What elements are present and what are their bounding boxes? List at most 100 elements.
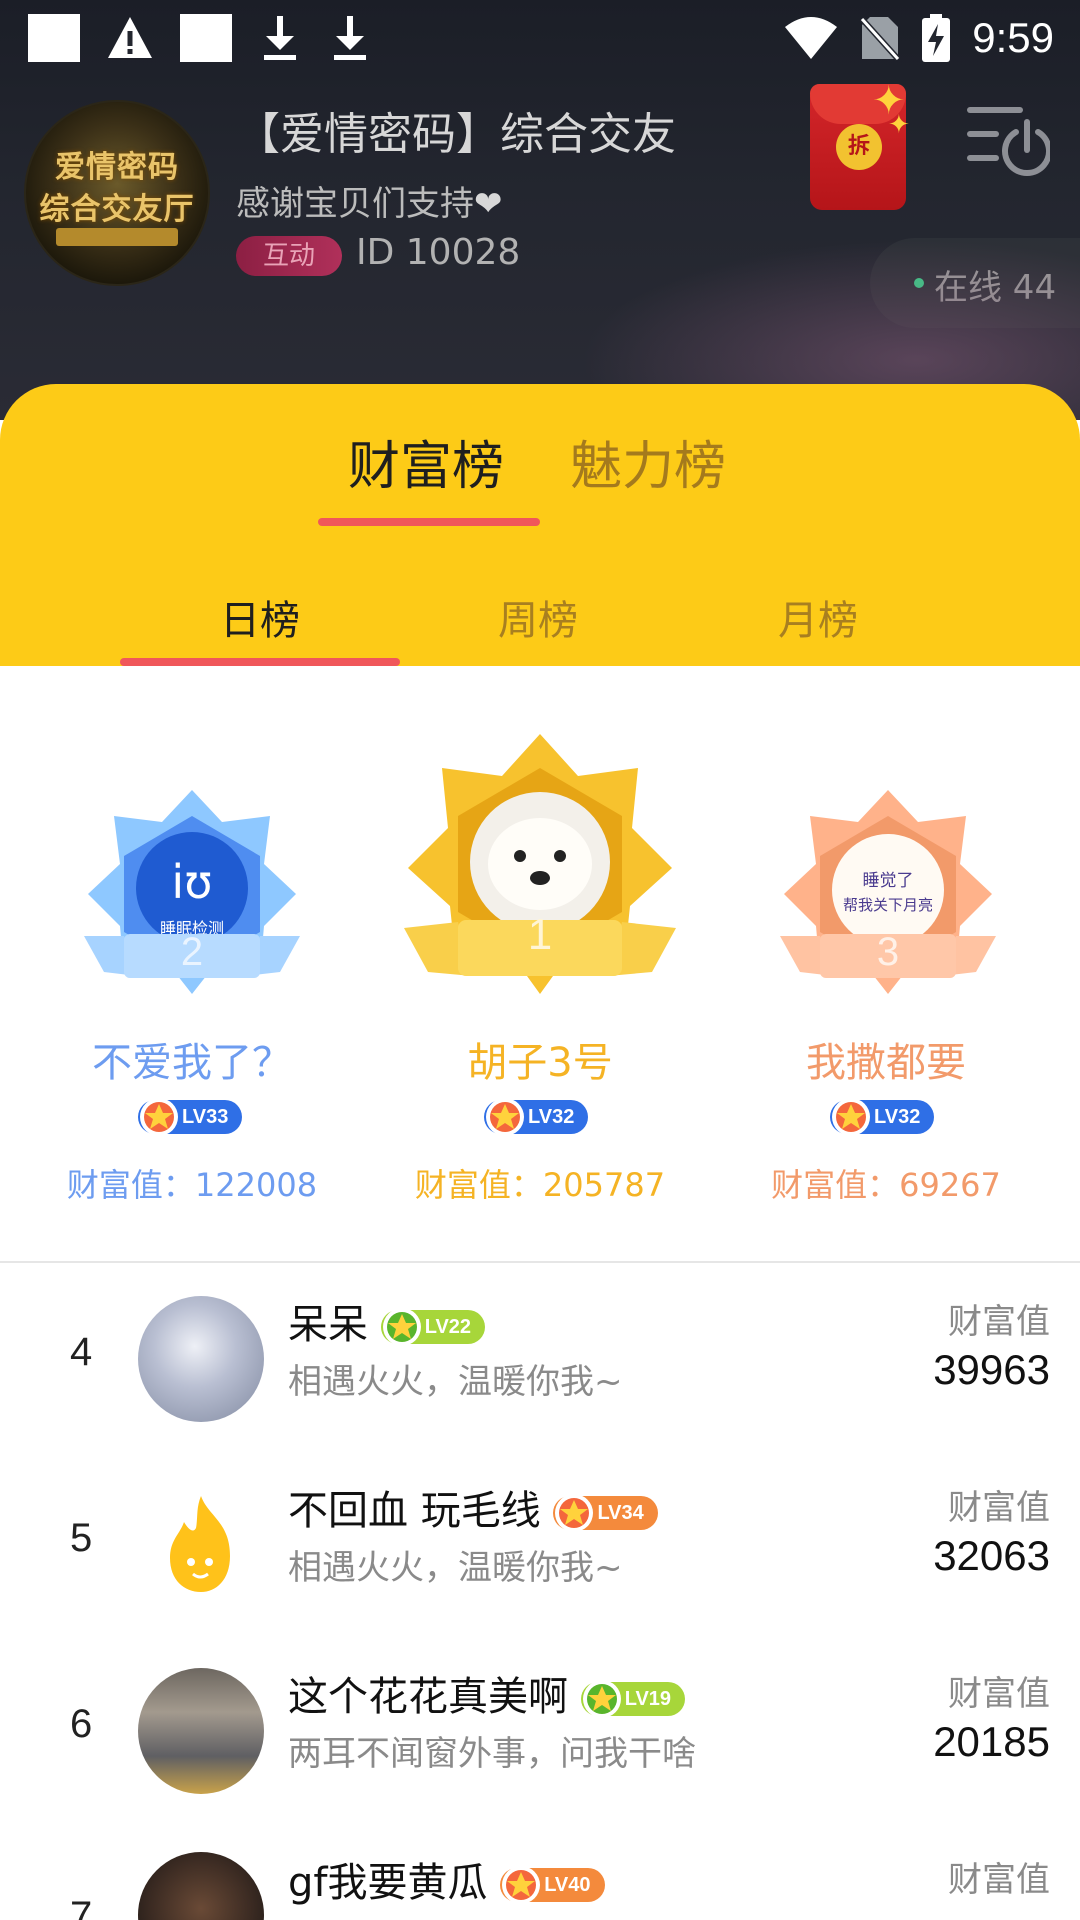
user-name: 呆呆 LV22 — [288, 1292, 486, 1350]
level-star-icon — [555, 1494, 594, 1532]
clock: 9:59 — [972, 14, 1054, 61]
avatar[interactable] — [138, 1482, 264, 1608]
no-sim-icon — [860, 16, 901, 61]
level-text: LV33 — [182, 1106, 229, 1128]
room-header: 9:59 爱情密码 综合交友厅 【爱情密码】综合交友 感谢宝贝们支持❤ 互动 I… — [0, 0, 1080, 420]
download-icon — [264, 16, 296, 60]
user-name-text: 这个花花真美啊 — [288, 1674, 568, 1720]
user-name: 不回血 玩毛线 LV34 — [288, 1478, 658, 1536]
avatar[interactable] — [138, 1852, 264, 1920]
user-signature: 两耳不闻窗外事，问我干啥 — [288, 1734, 696, 1774]
level-badge: LV33 — [138, 1098, 243, 1136]
list-item[interactable]: 5 不回血 玩毛线 LV34 相遇火火，温暖你我~ 财富值 32063 — [0, 1452, 1080, 1638]
wealth-label: 财富值 — [948, 1674, 1050, 1714]
level-star-icon — [382, 1308, 421, 1346]
level-badge: LV34 — [553, 1494, 658, 1532]
podium-third-rank: 3 — [876, 930, 900, 974]
level-star-icon — [486, 1098, 524, 1136]
level-text: LV32 — [528, 1106, 575, 1128]
podium-first-name: 胡子3号 — [467, 1040, 613, 1086]
status-bar: 9:59 — [0, 0, 1080, 80]
exit-power-icon[interactable] — [966, 104, 1050, 180]
level-star-icon — [140, 1098, 178, 1136]
level-text: LV19 — [624, 1688, 672, 1710]
level-text: LV34 — [597, 1502, 644, 1524]
list-item[interactable]: 6 这个花花真美啊 LV19 两耳不闻窗外事，问我干啥 财富值 20185 — [0, 1638, 1080, 1824]
red-packet-coin: 拆 — [836, 124, 882, 170]
room-avatar-line1: 爱情密码 — [55, 150, 179, 185]
room-tag: 互动 — [236, 236, 342, 276]
svg-text:iʊ: iʊ — [171, 855, 212, 909]
rank-number: 7 — [70, 1894, 93, 1920]
top-three-podium: iʊ 睡眠检测 2 不爱我了？ LV33 财富值：122008 1 胡子3号 L… — [0, 666, 1080, 1262]
room-id: ID 10028 — [356, 232, 521, 273]
user-name-text: 呆呆 — [288, 1302, 368, 1348]
level-badge: LV40 — [500, 1866, 605, 1904]
svg-text:睡觉了: 睡觉了 — [863, 871, 914, 891]
avatar[interactable] — [138, 1296, 264, 1422]
podium-third-name: 我撒都要 — [806, 1040, 966, 1086]
online-dot-icon — [914, 278, 924, 288]
level-badge: LV19 — [580, 1680, 686, 1718]
avatar[interactable] — [138, 1668, 264, 1794]
level-text: LV40 — [544, 1874, 591, 1896]
room-notice-text: 感谢宝贝们支持 — [236, 184, 474, 224]
svg-text:帮我关下月亮: 帮我关下月亮 — [843, 896, 933, 914]
rank-number: 5 — [70, 1516, 93, 1560]
user-name-text: gf我要黄瓜 — [288, 1860, 488, 1906]
notification-square-icon — [28, 14, 80, 62]
rank-number: 6 — [70, 1702, 93, 1746]
rank-number: 4 — [70, 1330, 93, 1374]
wealth-value: 32063 — [933, 1532, 1050, 1579]
room-avatar[interactable]: 爱情密码 综合交友厅 — [24, 100, 210, 286]
tab-wealth-rank[interactable]: 财富榜 — [348, 424, 504, 499]
wealth-value: 39963 — [933, 1346, 1050, 1393]
wifi-icon — [785, 17, 838, 59]
wealth-label: 财富值 — [948, 1488, 1050, 1528]
room-notice: 感谢宝贝们支持❤ — [236, 176, 503, 225]
user-signature: 相遇火火，温暖你我~ — [288, 1548, 623, 1588]
tab-charm-rank[interactable]: 魅力榜 — [570, 424, 726, 499]
level-badge: LV32 — [484, 1098, 589, 1136]
podium-first-wealth: 财富值：205787 — [414, 1166, 666, 1204]
level-text: LV22 — [424, 1316, 472, 1338]
podium-first-rank: 1 — [527, 910, 553, 959]
online-count-text: 在线 44 — [934, 268, 1057, 308]
tab-daily[interactable]: 日榜 — [220, 588, 300, 646]
main-tab-indicator — [318, 518, 540, 526]
level-star-icon — [832, 1098, 870, 1136]
room-avatar-line2: 综合交友厅 — [39, 192, 195, 227]
heart-icon: ❤ — [474, 184, 503, 224]
podium-second-name: 不爱我了？ — [92, 1040, 292, 1086]
level-badge: LV32 — [830, 1098, 935, 1136]
podium-second-rank: 2 — [180, 930, 204, 974]
ranking-tabs-panel: 财富榜 魅力榜 日榜 周榜 月榜 — [0, 384, 1080, 666]
tab-weekly[interactable]: 周榜 — [498, 588, 578, 646]
wealth-label: 财富值 — [948, 1302, 1050, 1342]
online-count[interactable]: 在线 44 — [870, 238, 1080, 328]
list-item[interactable]: 4 呆呆 LV22 相遇火火，温暖你我~ 财富值 39963 — [0, 1266, 1080, 1452]
user-signature: 相遇火火，温暖你我~ — [288, 1362, 623, 1402]
podium-third-wealth: 财富值：69267 — [771, 1166, 1001, 1204]
notification-square-icon — [180, 14, 232, 62]
user-name-text: 不回血 玩毛线 — [288, 1488, 541, 1534]
user-name: 这个花花真美啊 LV19 — [288, 1664, 686, 1722]
podium-second-wealth: 财富值：122008 — [66, 1166, 318, 1204]
sub-tab-indicator — [120, 658, 400, 666]
level-star-icon — [502, 1866, 541, 1904]
warning-icon — [108, 17, 152, 58]
list-divider — [0, 1261, 1080, 1263]
room-title: 【爱情密码】综合交友 — [236, 109, 676, 160]
user-name: gf我要黄瓜 LV40 — [288, 1850, 605, 1908]
tab-monthly[interactable]: 月榜 — [778, 588, 858, 646]
level-badge: LV22 — [380, 1308, 486, 1346]
room-avatar-ribbon — [56, 228, 178, 246]
download-icon — [334, 16, 366, 60]
battery-charging-icon — [922, 14, 951, 62]
wealth-label: 财富值 — [948, 1860, 1050, 1900]
level-text: LV32 — [874, 1106, 921, 1128]
sparkle-icon: ✦ — [888, 110, 910, 140]
wealth-value: 20185 — [933, 1718, 1050, 1765]
flame-mascot-icon — [170, 1496, 230, 1592]
list-item[interactable]: 7 gf我要黄瓜 LV40 财富值 — [0, 1824, 1080, 1920]
